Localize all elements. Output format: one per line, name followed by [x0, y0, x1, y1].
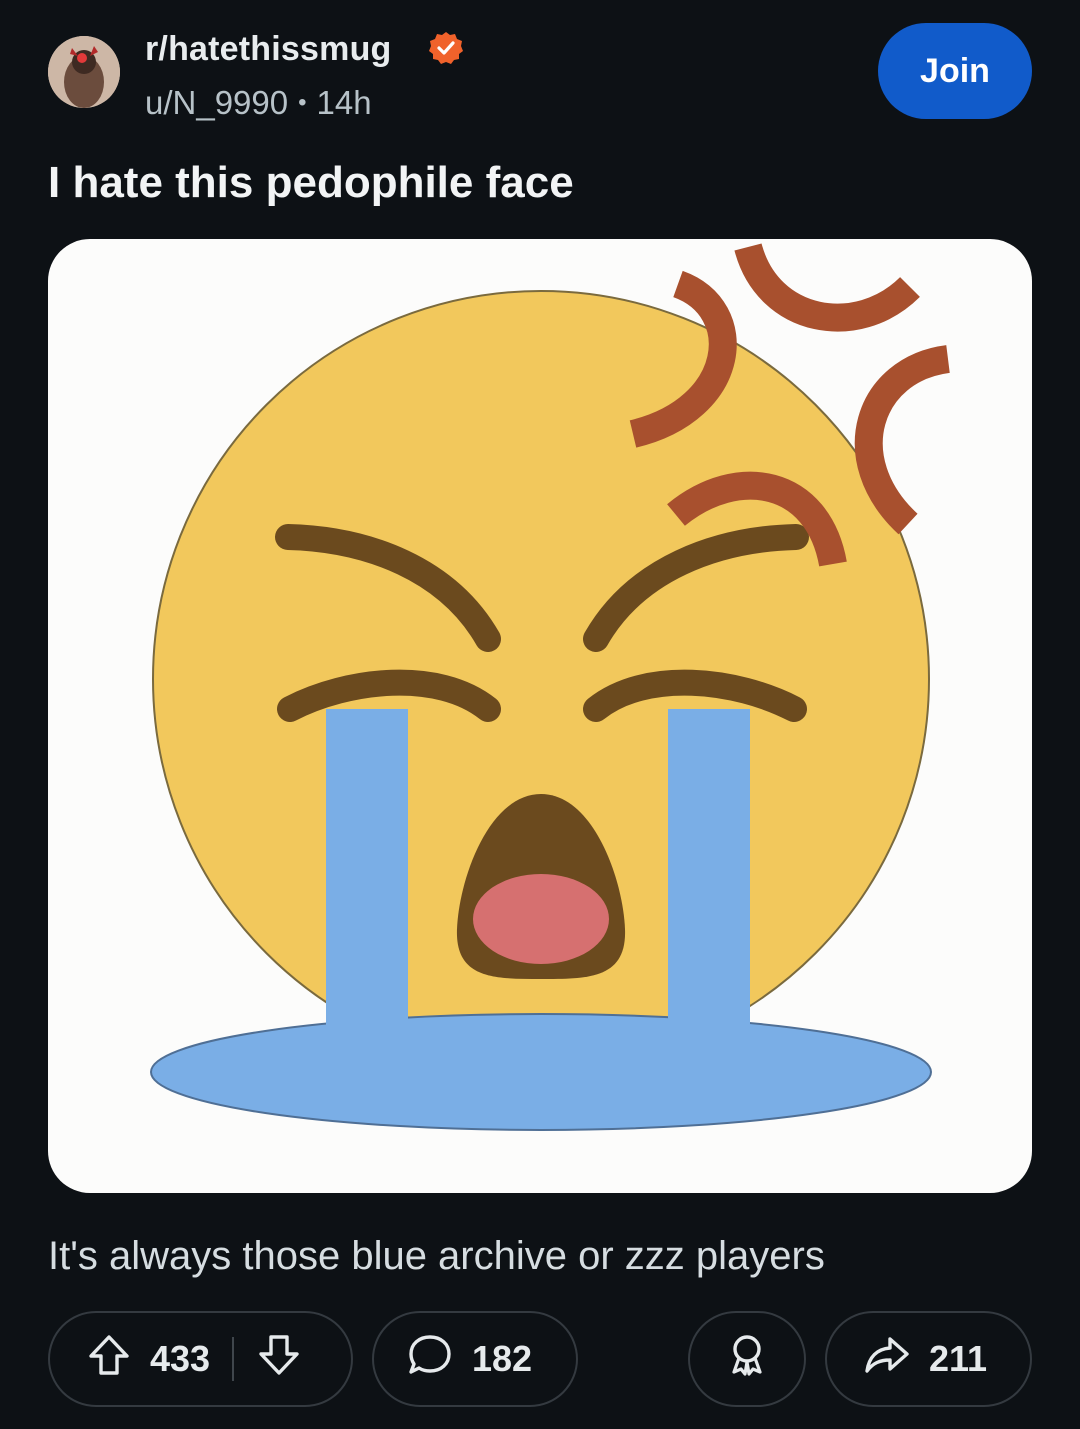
upvote-count: 433 [150, 1338, 211, 1379]
upvote-icon[interactable] [86, 1332, 132, 1387]
share-icon [863, 1331, 911, 1388]
vote-bar: 433 [48, 1311, 353, 1407]
author-name[interactable]: u/N_9990 [145, 84, 288, 121]
comment-count: 182 [472, 1338, 533, 1379]
verified-icon [428, 30, 464, 66]
comments-button[interactable]: 182 [372, 1311, 578, 1407]
award-button[interactable] [688, 1311, 806, 1407]
post-body: It's always those blue archive or zzz pl… [48, 1234, 825, 1278]
meta-separator: • [298, 89, 307, 116]
subreddit-avatar[interactable] [48, 36, 120, 108]
join-button[interactable]: Join [878, 23, 1032, 119]
post-meta: u/N_9990 • 14h [145, 84, 372, 122]
subreddit-name[interactable]: r/hatethissmug [145, 30, 392, 69]
share-count: 211 [929, 1338, 988, 1379]
share-button[interactable]: 211 [825, 1311, 1032, 1407]
comment-icon [406, 1331, 454, 1388]
downvote-icon[interactable] [256, 1332, 302, 1387]
post-time: 14h [316, 84, 372, 121]
loudly-crying-angry-emoji [150, 242, 951, 1131]
vote-divider [232, 1337, 235, 1381]
post-image[interactable] [48, 239, 1032, 1193]
post-title[interactable]: I hate this pedophile face [48, 158, 574, 208]
post-card: r/hatethissmug u/N_9990 • 14h Join I hate … [0, 0, 1080, 1429]
award-icon [724, 1332, 770, 1387]
